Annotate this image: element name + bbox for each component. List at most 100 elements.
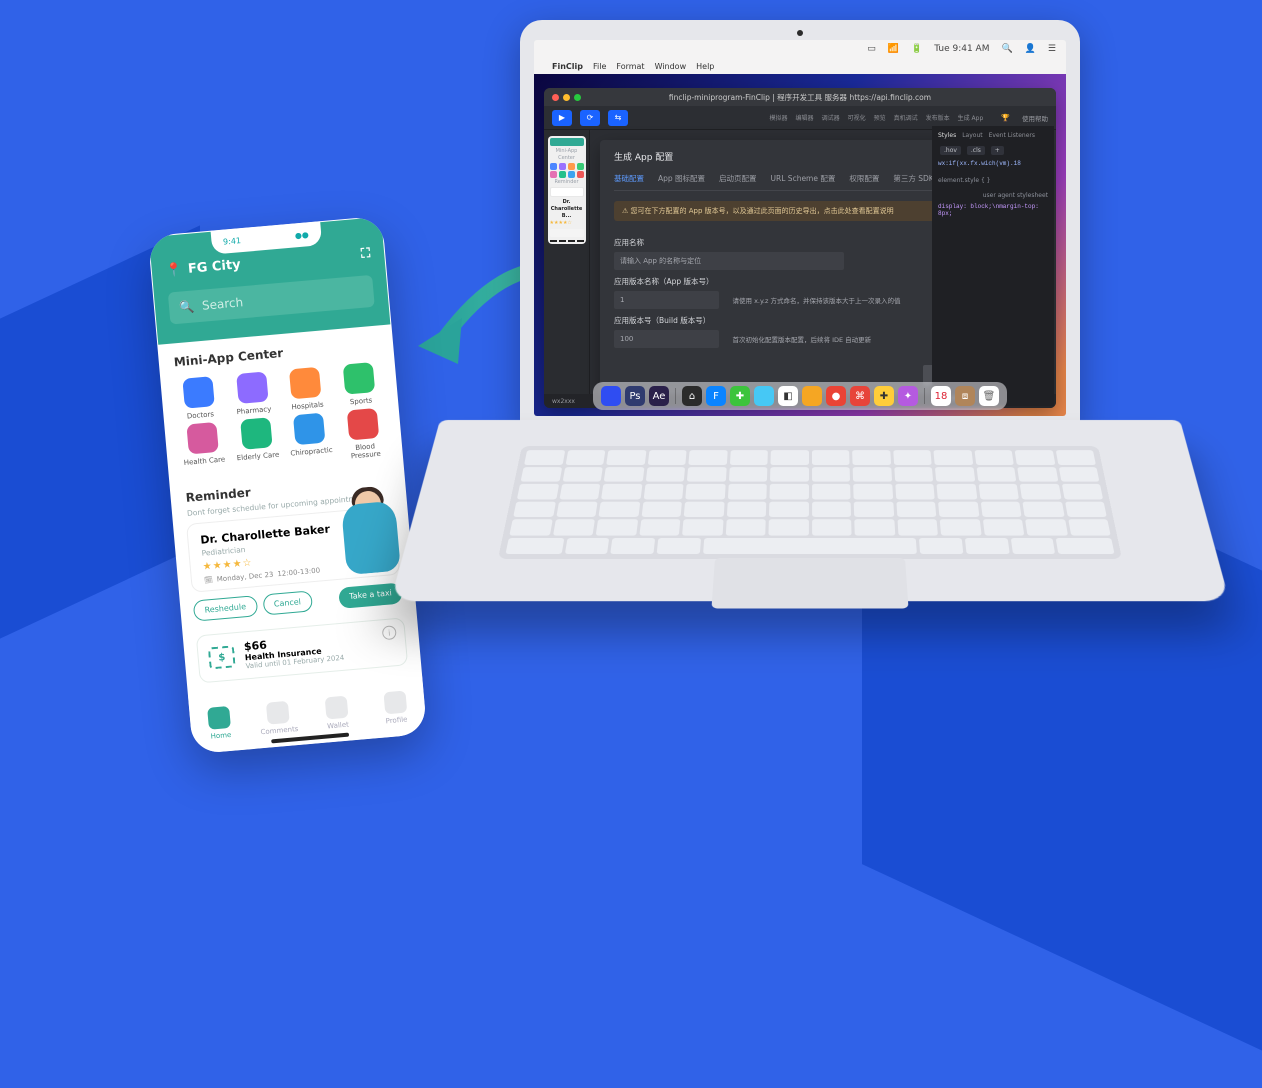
dock-app[interactable]: 🗑 (979, 386, 999, 406)
calendar-icon: 🗓 (204, 576, 214, 585)
mini-app-item[interactable]: Hospitals (278, 366, 333, 412)
control-center-icon[interactable]: ☰ (1048, 44, 1056, 54)
dock-app[interactable]: 18 (931, 386, 951, 406)
mini-app-item[interactable]: Sports (332, 361, 387, 407)
dialog-tab[interactable]: App 图标配置 (658, 173, 705, 184)
toolbar-refresh-button[interactable]: ⟳ (580, 110, 600, 126)
devtools-tab[interactable]: Styles (938, 132, 956, 139)
tab-icon (324, 695, 348, 719)
dock-app[interactable] (802, 386, 822, 406)
app-name[interactable]: FinClip (552, 62, 583, 71)
tab-label: Profile (385, 715, 407, 725)
dialog-tab[interactable]: 权限配置 (849, 173, 879, 184)
tab-profile[interactable]: Profile (364, 676, 428, 739)
toolbar-play-button[interactable]: ▶ (552, 110, 572, 126)
appname-input[interactable]: 请输入 App 的名称与定位 (614, 252, 844, 270)
dock-app[interactable]: Ae (649, 386, 669, 406)
trackpad (711, 558, 908, 608)
pin-icon: 📍 (165, 262, 182, 278)
ide-toolbar-item[interactable]: 发布版本 (926, 113, 950, 122)
mini-app-label: Elderly Care (236, 451, 279, 463)
selector-text: wx:if(xx.fx.wich(vm).18 (938, 160, 1048, 167)
mac-menu-items: File Format Window Help (593, 62, 724, 71)
dock-app[interactable]: ● (826, 386, 846, 406)
mini-app-icon (236, 371, 269, 404)
mini-preview[interactable]: Mini-App Center Reminder Dr. Charollette… (548, 136, 586, 244)
info-icon[interactable]: i (382, 625, 397, 640)
hov-badge[interactable]: .hov (940, 146, 961, 155)
airplay-icon[interactable]: ▭ (867, 44, 876, 54)
ide-toolbar-item[interactable]: 预览 (874, 113, 886, 122)
mini-app-item[interactable]: Chiropractic (282, 412, 338, 466)
build-input[interactable]: 100 (614, 330, 719, 348)
dock-app[interactable]: ⧈ (955, 386, 975, 406)
mac-menu-item[interactable]: Window (655, 62, 687, 71)
toolbar-sync-button[interactable]: ⇆ (608, 110, 628, 126)
tab-home[interactable]: Home (188, 691, 252, 754)
status-icons: ●● (294, 230, 309, 240)
add-badge[interactable]: + (991, 146, 1004, 155)
dock-app[interactable]: ⌂ (682, 386, 702, 406)
cancel-button[interactable]: Cancel (262, 590, 313, 615)
trophy-icon[interactable]: 🏆 (1001, 114, 1010, 122)
dock-app[interactable]: ◧ (778, 386, 798, 406)
ide-toolbar-item[interactable]: 真机调试 (894, 113, 918, 122)
take-taxi-button[interactable]: Take a taxi (338, 582, 402, 608)
user-icon[interactable]: 👤 (1025, 44, 1036, 54)
ide-sidebar: Mini-App Center Reminder Dr. Charollette… (544, 130, 590, 408)
search-icon: 🔍 (179, 299, 195, 314)
phone-mock: 9:41 ●● 📍 FG City ⛶ 🔍 Search Mini-App Ce… (148, 216, 427, 755)
rule-origin: user agent stylesheet (938, 192, 1048, 199)
traffic-lights[interactable] (552, 94, 581, 101)
laptop-base (440, 420, 1180, 650)
devtools-tab[interactable]: Layout (962, 132, 982, 139)
mini-app-item[interactable]: Pharmacy (225, 371, 280, 417)
dock-app[interactable] (601, 386, 621, 406)
ticket-icon: $ (208, 645, 236, 669)
dock-app[interactable]: ⌘ (850, 386, 870, 406)
ide-toolbar-item[interactable]: 编辑器 (796, 113, 814, 122)
help-link[interactable]: 使用帮助 (1022, 113, 1048, 123)
mac-menu-item[interactable]: Format (616, 62, 644, 71)
ide-toolbar-item[interactable]: 模拟器 (770, 113, 788, 122)
wifi-icon[interactable]: 📶 (888, 44, 899, 54)
ide-toolbar-item[interactable]: 生成 App (958, 113, 984, 122)
cls-badge[interactable]: .cls (967, 146, 985, 155)
tab-label: Comments (260, 724, 299, 735)
mini-app-item[interactable]: Doctors (171, 375, 226, 421)
mini-app-label: Sports (350, 396, 373, 406)
battery-icon[interactable]: 🔋 (911, 44, 922, 54)
version-input[interactable]: 1 (614, 291, 719, 309)
tab-icon (383, 690, 407, 714)
dock-app[interactable]: ✦ (898, 386, 918, 406)
mini-app-item[interactable]: Elderly Care (229, 416, 285, 470)
dialog-tab[interactable]: URL Scheme 配置 (771, 173, 836, 184)
status-left: wx2xxx (552, 398, 575, 405)
mini-app-icon (186, 422, 219, 455)
reschedule-button[interactable]: Reshedule (193, 595, 258, 621)
mac-menu-item[interactable]: Help (696, 62, 714, 71)
mini-app-item[interactable]: Blood Pressure (336, 407, 392, 461)
scan-icon[interactable]: ⛶ (360, 246, 370, 262)
dock-app[interactable]: ✚ (730, 386, 750, 406)
mac-dock: PsAe⌂F✚◧●⌘✚✦18⧈🗑 (593, 382, 1007, 410)
dock-app[interactable]: ✚ (874, 386, 894, 406)
spotlight-icon[interactable]: 🔍 (1001, 44, 1012, 54)
dialog-tab[interactable]: 启动页配置 (719, 173, 757, 184)
location-row[interactable]: 📍 FG City ⛶ (165, 246, 371, 279)
insurance-ticket[interactable]: $ $66 Health Insurance Valid until 01 Fe… (196, 617, 408, 683)
devtools-tabs: Styles Layout Event Listeners (938, 132, 1048, 139)
devtools-tab[interactable]: Event Listeners (989, 132, 1035, 139)
mini-app-icon (240, 417, 273, 450)
dock-app[interactable]: Ps (625, 386, 645, 406)
search-input[interactable]: 🔍 Search (168, 275, 375, 325)
mini-app-item[interactable]: Health Care (175, 421, 231, 475)
ide-toolbar-item[interactable]: 可视化 (848, 113, 866, 122)
dock-app[interactable]: F (706, 386, 726, 406)
ide-toolbar-item[interactable]: 调试器 (822, 113, 840, 122)
dock-app[interactable] (754, 386, 774, 406)
mac-menu-item[interactable]: File (593, 62, 606, 71)
appointment-date: Monday, Dec 23 (217, 571, 274, 584)
dialog-tab[interactable]: 基础配置 (614, 173, 644, 184)
tab-icon (207, 705, 231, 729)
